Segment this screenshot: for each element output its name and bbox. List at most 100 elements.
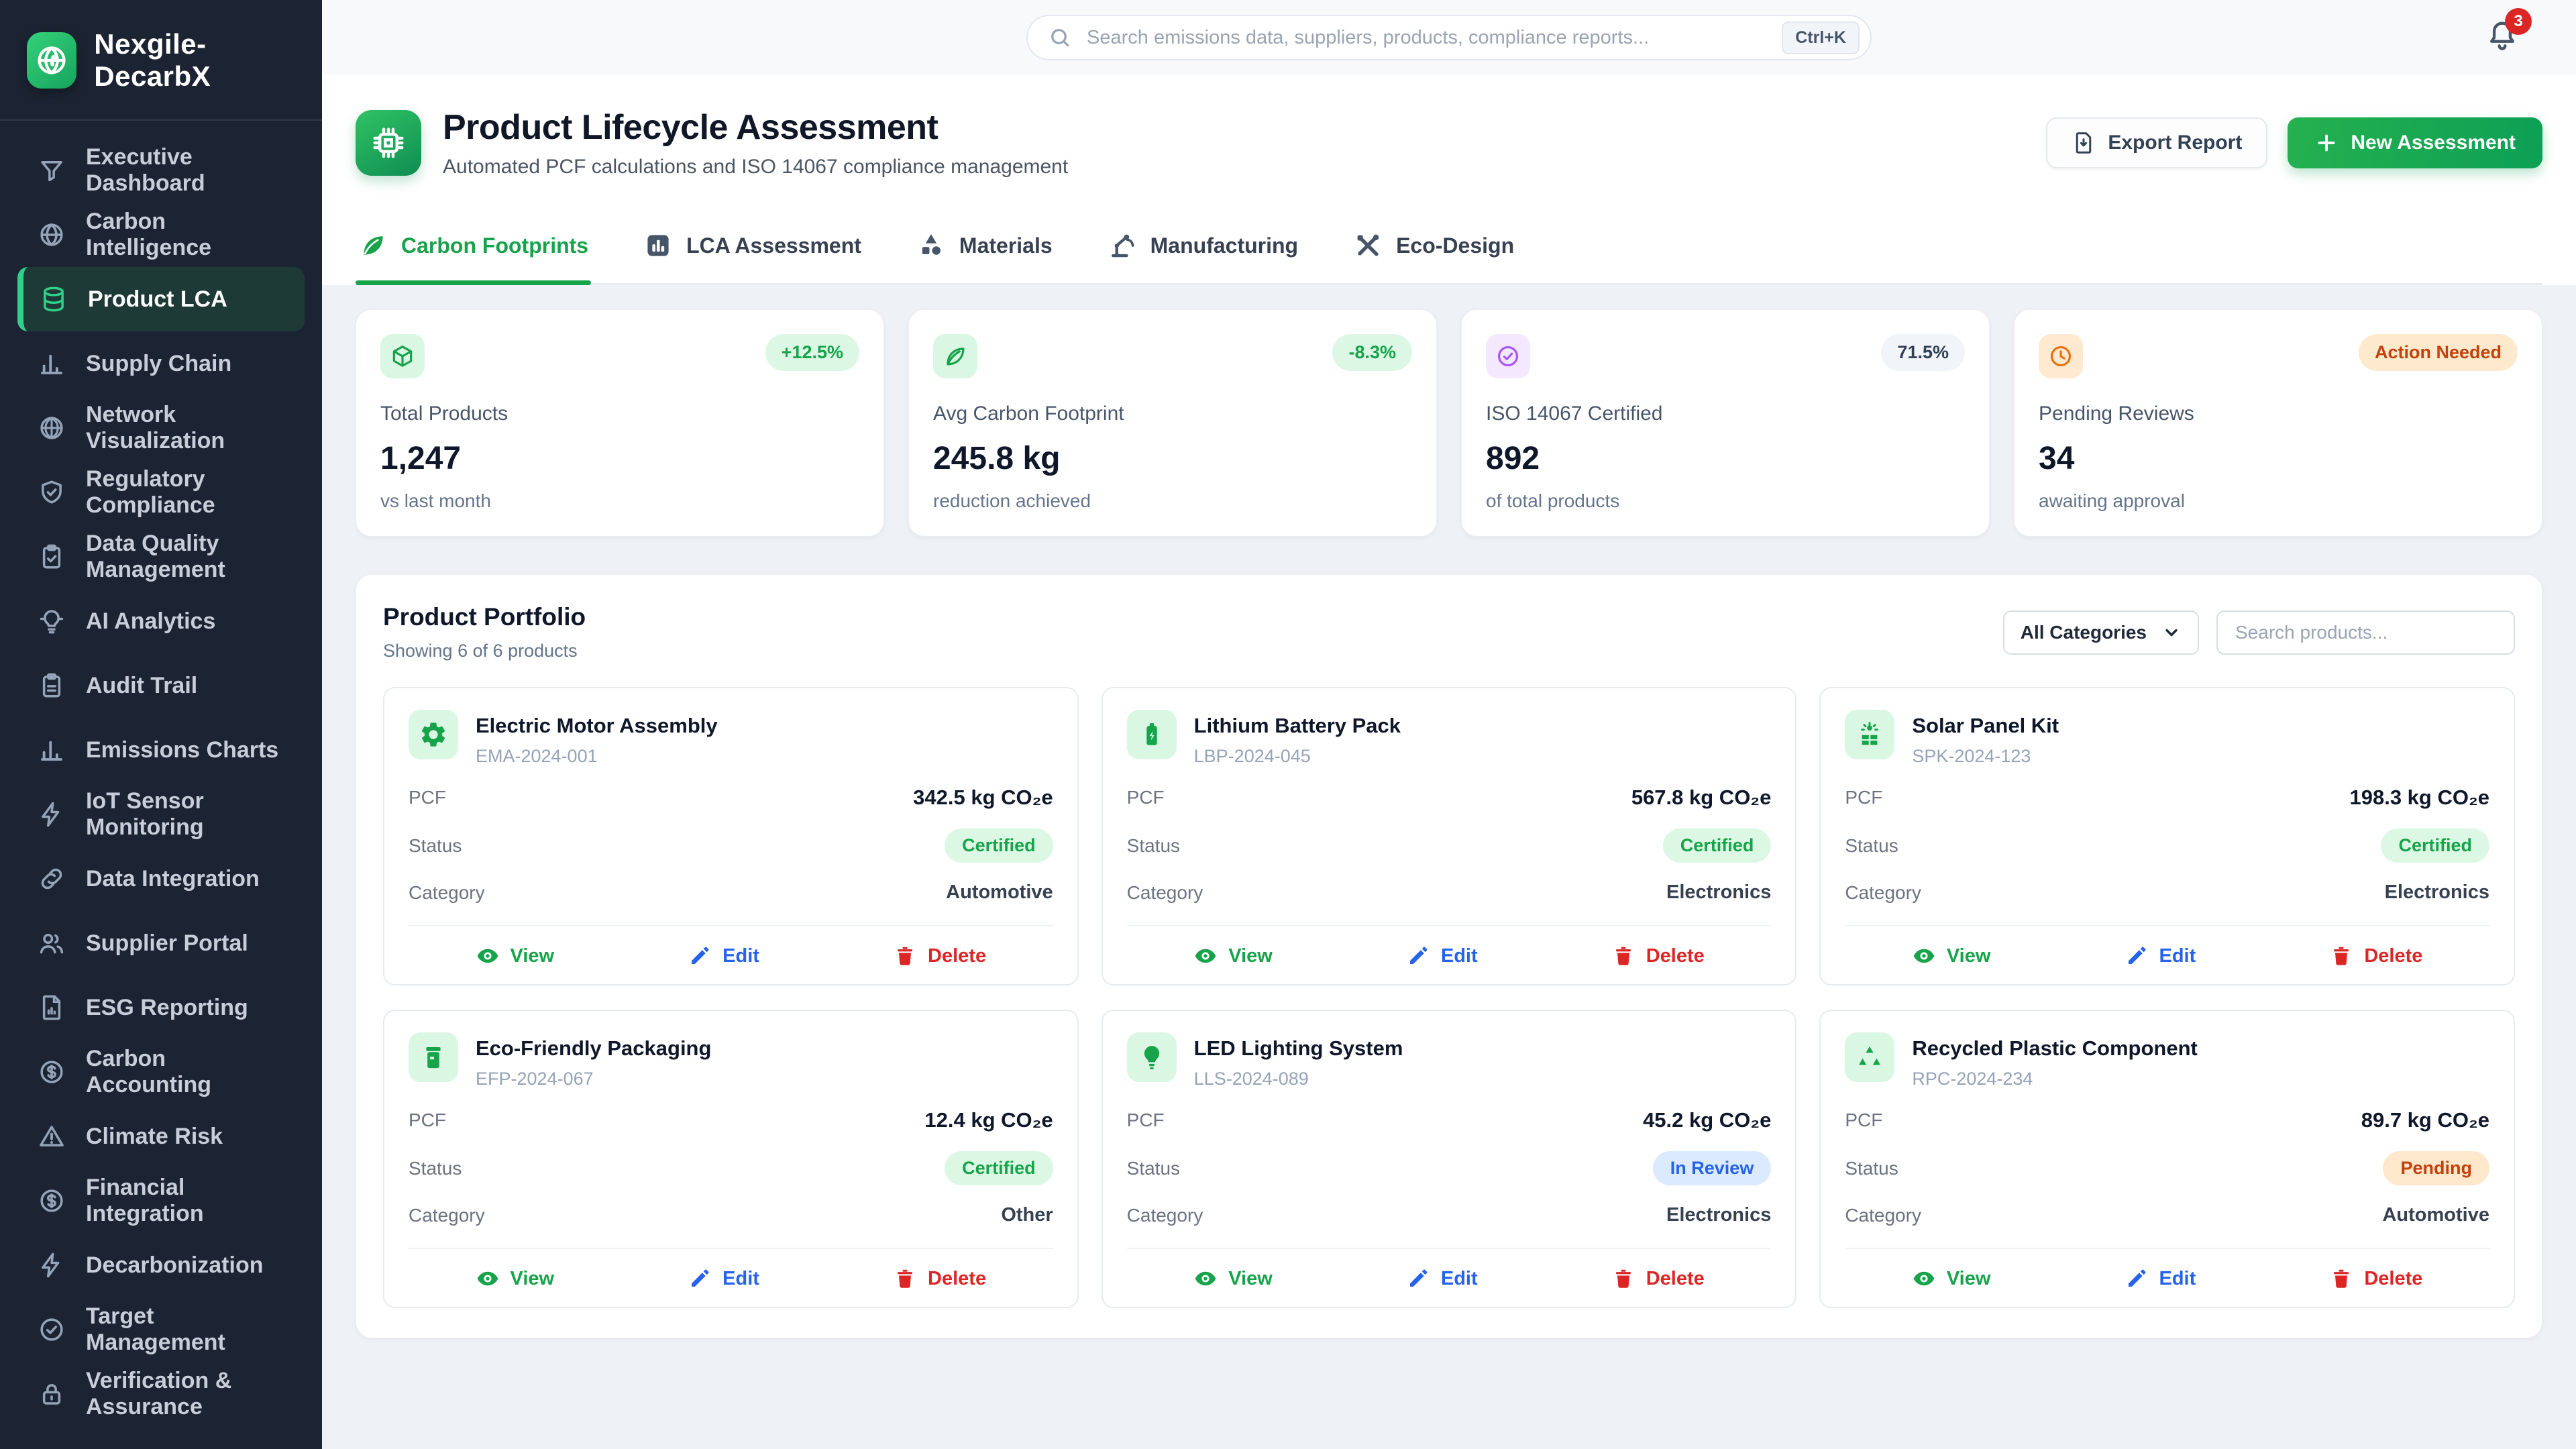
edit-label: Edit — [722, 945, 759, 967]
sidebar-item-data-quality-management[interactable]: Data Quality Management — [17, 525, 305, 589]
global-search[interactable]: Ctrl+K — [1026, 15, 1872, 60]
sidebar-item-iot-sensor-monitoring[interactable]: IoT Sensor Monitoring — [17, 782, 305, 847]
globe-icon — [34, 43, 69, 78]
sidebar-item-target-management[interactable]: Target Management — [17, 1297, 305, 1362]
sidebar-item-supply-chain[interactable]: Supply Chain — [17, 331, 305, 396]
edit-button[interactable]: Edit — [688, 1267, 759, 1291]
sidebar-item-financial-integration[interactable]: Financial Integration — [17, 1169, 305, 1233]
sidebar-item-label: Target Management — [86, 1303, 284, 1356]
solar-panel-icon — [1855, 720, 1884, 749]
view-button[interactable]: View — [1912, 1267, 1991, 1291]
sidebar-item-supplier-portal[interactable]: Supplier Portal — [17, 911, 305, 975]
delete-button[interactable]: Delete — [893, 944, 986, 968]
delete-button[interactable]: Delete — [2329, 944, 2422, 968]
sidebar-item-audit-trail[interactable]: Audit Trail — [17, 653, 305, 718]
new-assessment-button[interactable]: New Assessment — [2288, 117, 2542, 168]
edit-button[interactable]: Edit — [2125, 1267, 2196, 1291]
delete-button[interactable]: Delete — [2329, 1267, 2422, 1291]
search-icon — [1048, 25, 1072, 50]
view-label: View — [1228, 1268, 1273, 1290]
sidebar-item-decarbonization[interactable]: Decarbonization — [17, 1233, 305, 1297]
delete-button[interactable]: Delete — [1611, 1267, 1705, 1291]
category-value: Automotive — [2382, 1204, 2489, 1226]
package-jar-icon — [419, 1042, 448, 1072]
portfolio-count: Showing 6 of 6 products — [383, 641, 586, 661]
sidebar-item-esg-reporting[interactable]: ESG Reporting — [17, 975, 305, 1040]
tab-carbon-footprints[interactable]: Carbon Footprints — [356, 216, 591, 283]
lightning-icon — [38, 1251, 66, 1279]
category-label: Category — [409, 882, 485, 904]
edit-label: Edit — [2159, 1268, 2196, 1290]
delete-button[interactable]: Delete — [1611, 944, 1705, 968]
stat-label: ISO 14067 Certified — [1486, 402, 1965, 425]
globe-icon — [38, 221, 66, 249]
category-label: Category — [1127, 1205, 1203, 1226]
status-label: Status — [1127, 1158, 1180, 1179]
status-label: Status — [409, 1158, 462, 1179]
sidebar-item-verification-assurance[interactable]: Verification & Assurance — [17, 1362, 305, 1426]
trend-badge: +12.5% — [765, 334, 859, 371]
pcf-label: PCF — [1127, 787, 1165, 808]
view-label: View — [1947, 1268, 1991, 1290]
tab-eco-design[interactable]: Eco-Design — [1350, 216, 1517, 283]
pcf-value: 198.3 kg CO₂e — [2349, 786, 2489, 810]
view-button[interactable]: View — [1193, 944, 1273, 968]
notifications-button[interactable]: 3 — [2485, 17, 2520, 52]
edit-label: Edit — [1441, 1268, 1478, 1290]
edit-button[interactable]: Edit — [1406, 944, 1478, 968]
sidebar-item-carbon-intelligence[interactable]: Carbon Intelligence — [17, 203, 305, 267]
sidebar-item-climate-risk[interactable]: Climate Risk — [17, 1104, 305, 1169]
edit-button[interactable]: Edit — [688, 944, 759, 968]
sidebar-item-data-integration[interactable]: Data Integration — [17, 847, 305, 911]
product-icon-badge — [1845, 1032, 1894, 1082]
sidebar-item-carbon-accounting[interactable]: Carbon Accounting — [17, 1040, 305, 1104]
sidebar-item-ai-analytics[interactable]: AI Analytics — [17, 589, 305, 653]
product-search-input[interactable] — [2216, 610, 2515, 655]
sidebar-item-network-visualization[interactable]: Network Visualization — [17, 396, 305, 460]
category-filter-value: All Categories — [2021, 622, 2147, 643]
stat-subtext: awaiting approval — [2039, 490, 2518, 512]
pcf-value: 342.5 kg CO₂e — [913, 786, 1053, 810]
product-icon-badge — [1845, 710, 1894, 759]
edit-button[interactable]: Edit — [2125, 944, 2196, 968]
view-button[interactable]: View — [1912, 944, 1991, 968]
status-badge: Certified — [945, 1151, 1053, 1185]
bar-chart-icon — [38, 736, 66, 764]
tab-bar: Carbon Footprints LCA Assessment Materia… — [356, 216, 2542, 285]
sidebar-item-label: Executive Dashboard — [86, 144, 284, 197]
view-button[interactable]: View — [476, 1267, 555, 1291]
category-value: Other — [1001, 1204, 1053, 1226]
edit-button[interactable]: Edit — [1406, 1267, 1478, 1291]
pcf-value: 567.8 kg CO₂e — [1631, 786, 1772, 810]
pencil-icon — [1406, 1267, 1430, 1291]
sidebar-item-emissions-charts[interactable]: Emissions Charts — [17, 718, 305, 782]
pcf-value: 89.7 kg CO₂e — [2361, 1108, 2489, 1132]
tab-manufacturing[interactable]: Manufacturing — [1105, 216, 1301, 283]
view-button[interactable]: View — [476, 944, 555, 968]
shortcut-badge: Ctrl+K — [1782, 21, 1860, 54]
shield-check-icon — [38, 478, 66, 506]
sidebar-item-product-lca[interactable]: Product LCA — [17, 267, 305, 331]
eye-icon — [476, 944, 500, 968]
delete-button[interactable]: Delete — [893, 1267, 986, 1291]
sidebar-item-executive-dashboard[interactable]: Executive Dashboard — [17, 138, 305, 203]
sidebar: Nexgile-DecarbX Executive Dashboard Carb… — [0, 0, 322, 1449]
sidebar-item-label: Decarbonization — [86, 1252, 263, 1279]
file-chart-icon — [38, 994, 66, 1022]
category-filter-select[interactable]: All Categories — [2003, 610, 2199, 655]
global-search-input[interactable] — [1087, 27, 1767, 49]
view-button[interactable]: View — [1193, 1267, 1273, 1291]
product-card-lithium-battery-pack: Lithium Battery PackLBP-2024-045 PCF567.… — [1102, 687, 1797, 985]
pencil-icon — [688, 944, 712, 968]
tab-materials[interactable]: Materials — [914, 216, 1055, 283]
tab-lca-assessment[interactable]: LCA Assessment — [641, 216, 864, 283]
stat-value: 34 — [2039, 440, 2518, 477]
export-report-button[interactable]: Export Report — [2046, 117, 2267, 168]
pcf-label: PCF — [1845, 1110, 1882, 1131]
sidebar-item-label: Supplier Portal — [86, 930, 248, 957]
leaf-icon — [943, 343, 968, 369]
trend-badge: Action Needed — [2359, 334, 2518, 371]
trash-icon — [1611, 944, 1635, 968]
sidebar-item-regulatory-compliance[interactable]: Regulatory Compliance — [17, 460, 305, 525]
tab-label: Materials — [959, 233, 1053, 258]
